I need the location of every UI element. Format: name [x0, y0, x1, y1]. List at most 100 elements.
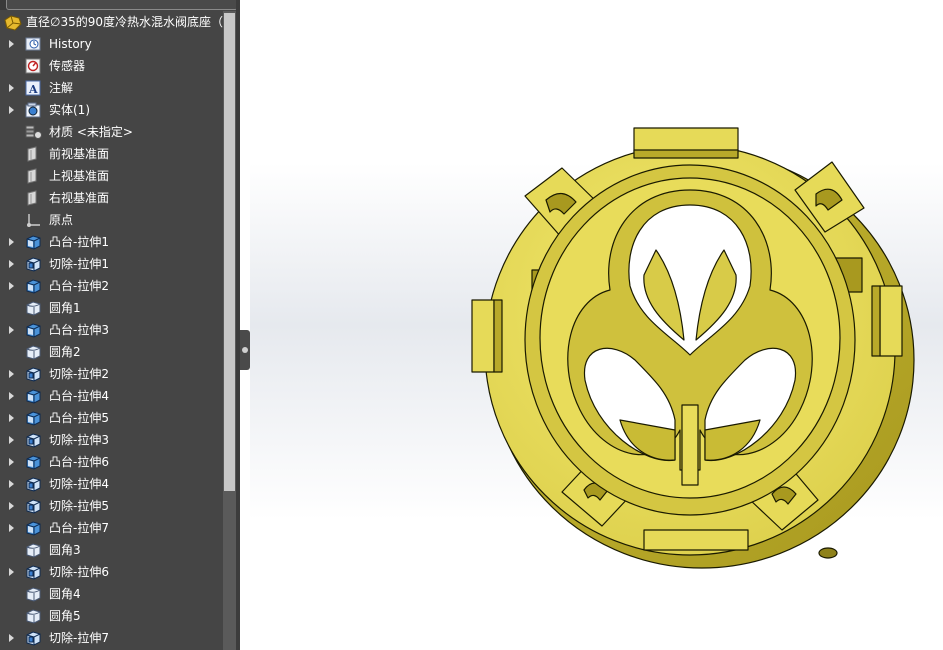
expand-arrow-icon[interactable]	[9, 524, 14, 532]
tree-item[interactable]: 圆角2	[0, 341, 223, 363]
tree-item-label: 圆角4	[49, 587, 81, 601]
boss-extrude-icon	[25, 278, 43, 294]
tree-item[interactable]: 凸台-拉伸6	[0, 451, 223, 473]
tree-item[interactable]: 切除-拉伸5	[0, 495, 223, 517]
expand-arrow-icon[interactable]	[9, 40, 14, 48]
tree-item[interactable]: 切除-拉伸3	[0, 429, 223, 451]
expand-arrow-icon[interactable]	[9, 260, 14, 268]
expand-arrow-icon[interactable]	[9, 370, 14, 378]
expand-arrow-icon[interactable]	[9, 106, 14, 114]
graphics-viewport[interactable]	[250, 0, 943, 650]
tree-item[interactable]: 前视基准面	[0, 143, 223, 165]
tree-item-label: 凸台-拉伸4	[49, 389, 109, 403]
rim-tab-left-side	[493, 299, 503, 373]
tree-item-label: 圆角3	[49, 543, 81, 557]
tree-item[interactable]: 凸台-拉伸5	[0, 407, 223, 429]
tree-item-label: 切除-拉伸5	[49, 499, 109, 513]
expand-arrow-icon[interactable]	[9, 502, 14, 510]
tree-item[interactable]: 凸台-拉伸7	[0, 517, 223, 539]
boss-extrude-icon	[25, 234, 43, 250]
collapse-handle-dot	[242, 347, 248, 353]
tree-item-label: 切除-拉伸3	[49, 433, 109, 447]
history-icon	[25, 36, 43, 52]
expand-arrow-icon[interactable]	[9, 568, 14, 576]
feature-manager-tab[interactable]	[6, 0, 238, 10]
tree-item-label: 前视基准面	[49, 147, 110, 161]
expand-arrow-icon[interactable]	[9, 84, 14, 92]
tree-item[interactable]: 切除-拉伸6	[0, 561, 223, 583]
expand-arrow-icon[interactable]	[9, 238, 14, 246]
tree-item[interactable]: History	[0, 33, 223, 55]
expand-arrow-icon[interactable]	[9, 326, 14, 334]
cut-extrude-icon	[25, 630, 43, 646]
tree-item-label: History	[49, 37, 92, 51]
tree-item[interactable]: 凸台-拉伸3	[0, 319, 223, 341]
tree-item[interactable]: 材质 <未指定>	[0, 121, 223, 143]
tree-scrollbar[interactable]	[223, 11, 236, 650]
cut-extrude-icon	[25, 498, 43, 514]
expand-arrow-icon[interactable]	[9, 392, 14, 400]
expand-arrow-icon[interactable]	[9, 458, 14, 466]
tree-item-label: 凸台-拉伸5	[49, 411, 109, 425]
tree-item[interactable]: 圆角1	[0, 297, 223, 319]
feature-manager-tab-strip	[0, 0, 238, 10]
tree-item-label: 切除-拉伸2	[49, 367, 109, 381]
tree-item-label: 圆角5	[49, 609, 81, 623]
tree-item-label: 右视基准面	[49, 191, 110, 205]
tree-item-label: 直径∅35的90度冷热水混水阀底座（	[26, 15, 223, 29]
tree-item[interactable]: 圆角3	[0, 539, 223, 561]
rim-tab-right-side	[871, 285, 881, 357]
bottom-pin	[818, 547, 838, 559]
part-icon	[3, 14, 22, 31]
tree-item[interactable]: 凸台-拉伸2	[0, 275, 223, 297]
tree-item[interactable]: 上视基准面	[0, 165, 223, 187]
boss-extrude-icon	[25, 454, 43, 470]
tree-item[interactable]: 切除-拉伸4	[0, 473, 223, 495]
tree-item[interactable]: 圆角4	[0, 583, 223, 605]
origin-icon	[25, 212, 43, 228]
tree-item-label: 切除-拉伸1	[49, 257, 109, 271]
tree-item[interactable]: 右视基准面	[0, 187, 223, 209]
tree-item-label: 凸台-拉伸1	[49, 235, 109, 249]
feature-manager-panel: 直径∅35的90度冷热水混水阀底座（ History 传感器 A 注解实体(1) 材质 <…	[0, 0, 240, 650]
tree-item[interactable]: 切除-拉伸2	[0, 363, 223, 385]
tree-item[interactable]: 切除-拉伸1	[0, 253, 223, 275]
tree-item[interactable]: 圆角5	[0, 605, 223, 627]
expand-arrow-icon[interactable]	[9, 480, 14, 488]
panel-splitter[interactable]	[236, 0, 240, 650]
part-model-3d[interactable]	[250, 0, 943, 650]
rim-tab-bottom	[643, 529, 749, 551]
plane-icon	[25, 190, 43, 206]
tree-item-label: 材质 <未指定>	[49, 125, 133, 139]
boss-extrude-icon	[25, 520, 43, 536]
panel-collapse-handle[interactable]	[240, 330, 250, 370]
tree-item[interactable]: 切除-拉伸7	[0, 627, 223, 649]
expand-arrow-icon[interactable]	[9, 436, 14, 444]
tree-root-part[interactable]: 直径∅35的90度冷热水混水阀底座（	[0, 11, 223, 33]
tree-item[interactable]: 传感器	[0, 55, 223, 77]
tree-scrollbar-thumb[interactable]	[224, 13, 235, 491]
sensor-icon	[25, 58, 43, 74]
rim-tab-top-side	[633, 149, 739, 159]
boss-extrude-icon	[25, 410, 43, 426]
fillet-icon	[25, 344, 43, 360]
expand-arrow-icon[interactable]	[9, 634, 14, 642]
fillet-icon	[25, 586, 43, 602]
tree-item-label: 凸台-拉伸3	[49, 323, 109, 337]
tree-item-label: 切除-拉伸7	[49, 631, 109, 645]
tree-item-label: 注解	[49, 81, 74, 95]
tree-item[interactable]: 凸台-拉伸4	[0, 385, 223, 407]
tree-item[interactable]: 原点	[0, 209, 223, 231]
cut-extrude-icon	[25, 432, 43, 448]
tree-item[interactable]: A 注解	[0, 77, 223, 99]
expand-arrow-icon[interactable]	[9, 414, 14, 422]
expand-arrow-icon[interactable]	[9, 282, 14, 290]
tree-item-label: 圆角1	[49, 301, 81, 315]
tree-item[interactable]: 实体(1)	[0, 99, 223, 121]
tree-item[interactable]: 凸台-拉伸1	[0, 231, 223, 253]
fillet-icon	[25, 542, 43, 558]
tree-item-label: 上视基准面	[49, 169, 110, 183]
svg-text:A: A	[28, 83, 38, 96]
tree-item-label: 传感器	[49, 59, 86, 73]
tree-item-label: 切除-拉伸4	[49, 477, 109, 491]
